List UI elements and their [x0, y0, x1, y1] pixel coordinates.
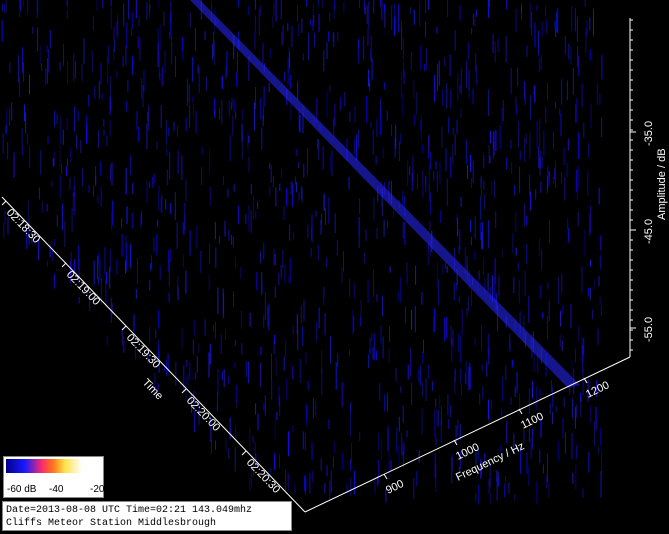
caption-box: Date=2013-08-08 UTC Time=02:21 143.049mh…	[2, 501, 292, 531]
frequency-ticks: 900100011001200	[383, 377, 611, 497]
axes: Time Frequency / Hz Amplitude / dB	[1, 18, 668, 513]
frequency-axis-line	[304, 356, 631, 513]
time-tick-label: 02:18:30	[4, 207, 42, 246]
meteor-echo	[280, 129, 320, 255]
time-tick-mark	[61, 262, 67, 268]
time-tick-mark	[1, 200, 7, 206]
meteor-echo	[451, 316, 461, 385]
caption-date-line: Date=2013-08-08 UTC Time=02:21 143.049mh…	[6, 505, 253, 516]
time-tick-label: 02:19:00	[64, 269, 102, 308]
amplitude-tick-label: -45.0	[643, 219, 655, 244]
spectrogram-chart: Time Frequency / Hz Amplitude / dB 02:18…	[1, 0, 668, 513]
caption-station-line: Cliffs Meteor Station Middlesbrough	[6, 518, 217, 529]
time-ticks: 02:18:3002:19:0002:19:3002:20:0002:20:30	[1, 200, 282, 496]
time-tick-mark	[241, 450, 247, 456]
frequency-tick-label: 1100	[519, 411, 546, 432]
colorbar-label-max: -20	[90, 484, 105, 495]
frequency-tick-label: 1000	[454, 441, 481, 463]
amplitude-tick-label: -55.0	[643, 317, 655, 342]
time-tick-label: 02:20:00	[184, 395, 222, 434]
amplitude-ticks: -35.0 -45.0 -55.0	[630, 19, 655, 351]
amplitude-axis-label: Amplitude / dB	[656, 148, 668, 220]
amplitude-tick-label: -35.0	[643, 121, 655, 146]
carrier-line	[190, 0, 580, 388]
colorbar-gradient	[6, 459, 101, 473]
time-axis-label: Time	[140, 377, 165, 403]
colorbar-label-mid: -40	[49, 484, 64, 495]
time-tick-label: 02:19:30	[124, 332, 162, 371]
frequency-tick-label: 900	[384, 478, 406, 497]
colorbar-label-min: -60 dB	[7, 484, 37, 495]
colorbar-legend: -60 dB -40 -20	[3, 456, 104, 498]
carrier-band	[190, 0, 580, 388]
frequency-tick-mark	[383, 473, 388, 480]
